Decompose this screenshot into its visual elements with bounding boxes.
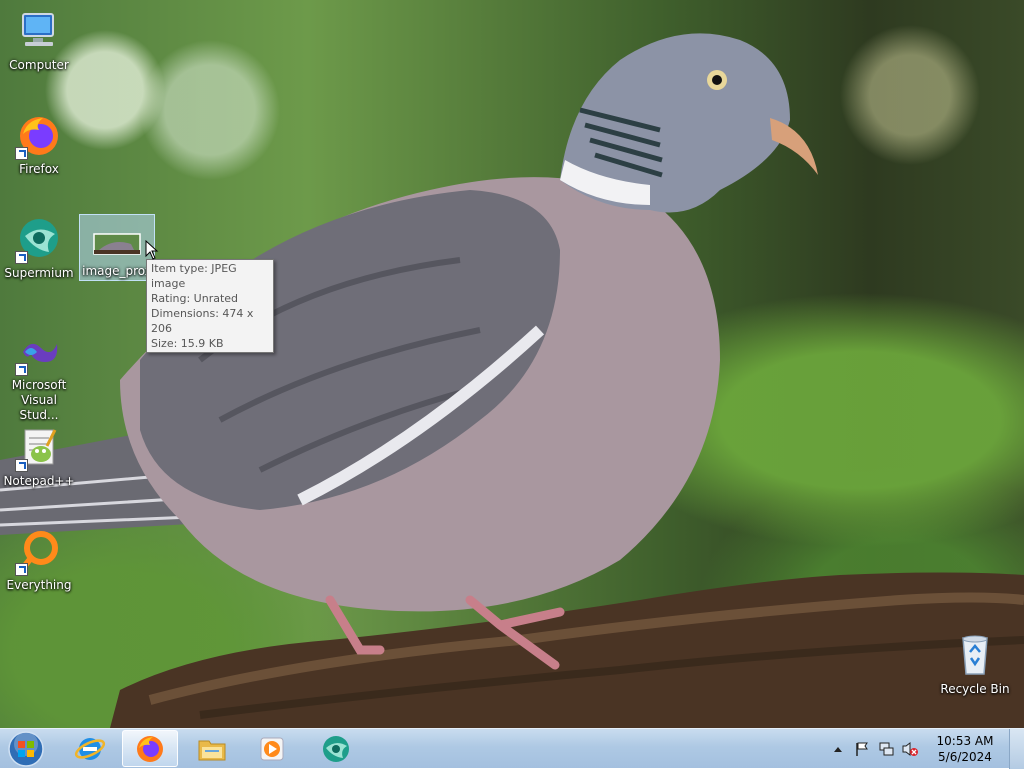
notepad-plus-plus-icon	[15, 424, 63, 472]
desktop-icon-visual-studio[interactable]: Microsoft Visual Stud...	[0, 328, 78, 423]
file-info-tooltip: Item type: JPEG image Rating: Unrated Di…	[146, 259, 274, 353]
tooltip-dimensions: Dimensions: 474 x 206	[151, 307, 254, 335]
network-icon[interactable]	[877, 740, 895, 758]
desktop-icon-label: Supermium	[4, 266, 74, 280]
taskbar-internet-explorer[interactable]	[62, 730, 118, 767]
desktop-icon-label: Recycle Bin	[940, 682, 1010, 696]
taskbar-file-explorer[interactable]	[184, 730, 240, 767]
supermium-icon	[323, 735, 349, 762]
desktop-icon-label: Everything	[6, 578, 72, 592]
shortcut-arrow-icon	[15, 563, 28, 576]
taskbar: 10:53 AM 5/6/2024	[0, 728, 1024, 769]
tooltip-size: Size: 15.9 KB	[151, 337, 224, 350]
desktop-icon-label: Firefox	[19, 162, 59, 176]
mouse-pointer-icon	[145, 240, 159, 260]
media-player-icon	[260, 737, 284, 760]
desktop-icon-notepad-plus-plus[interactable]: Notepad++	[0, 424, 78, 489]
tooltip-item-type: Item type: JPEG image	[151, 262, 237, 290]
pigeon-wallpaper-image	[0, 33, 1024, 728]
taskbar-supermium[interactable]	[308, 730, 364, 767]
desktop-icon-everything[interactable]: Everything	[0, 528, 78, 593]
desktop-icon-label: image_prox	[82, 264, 152, 278]
taskbar-firefox[interactable]	[122, 730, 178, 767]
shortcut-arrow-icon	[15, 363, 28, 376]
system-tray: 10:53 AM 5/6/2024	[826, 729, 1000, 769]
action-center-flag-icon[interactable]	[853, 740, 871, 758]
shortcut-arrow-icon	[15, 459, 28, 472]
taskbar-media-player[interactable]	[244, 730, 300, 767]
volume-muted-icon[interactable]	[901, 740, 919, 758]
jpeg-thumbnail-icon	[93, 226, 141, 262]
tooltip-rating: Rating: Unrated	[151, 292, 239, 305]
show-desktop-button[interactable]	[1009, 729, 1024, 769]
desktop-icon-label: Microsoft Visual Stud...	[11, 378, 67, 422]
taskbar-clock[interactable]: 10:53 AM 5/6/2024	[930, 733, 1000, 765]
file-explorer-icon	[198, 740, 226, 760]
desktop-icon-supermium[interactable]: Supermium	[0, 216, 78, 281]
desktop-icon-recycle-bin[interactable]: Recycle Bin	[936, 632, 1014, 697]
shortcut-arrow-icon	[15, 147, 28, 160]
firefox-icon	[15, 112, 63, 160]
everything-search-icon	[15, 528, 63, 576]
desktop-icon-computer[interactable]: Computer	[0, 8, 78, 73]
clock-time: 10:53 AM	[936, 734, 994, 748]
firefox-icon	[137, 735, 163, 762]
recycle-bin-icon	[951, 632, 999, 680]
visual-studio-icon	[15, 328, 63, 376]
desktop-icon-firefox[interactable]: Firefox	[0, 112, 78, 177]
shortcut-arrow-icon	[15, 251, 28, 264]
computer-icon	[15, 8, 63, 56]
clock-date: 5/6/2024	[938, 750, 992, 764]
show-hidden-icons-arrow-icon[interactable]	[829, 740, 847, 758]
desktop-icon-label: Computer	[9, 58, 69, 72]
start-button[interactable]	[6, 730, 46, 768]
desktop-icon-label: Notepad++	[3, 474, 75, 488]
internet-explorer-icon	[74, 737, 106, 760]
supermium-icon	[15, 216, 63, 264]
windows-orb-icon	[8, 731, 44, 767]
